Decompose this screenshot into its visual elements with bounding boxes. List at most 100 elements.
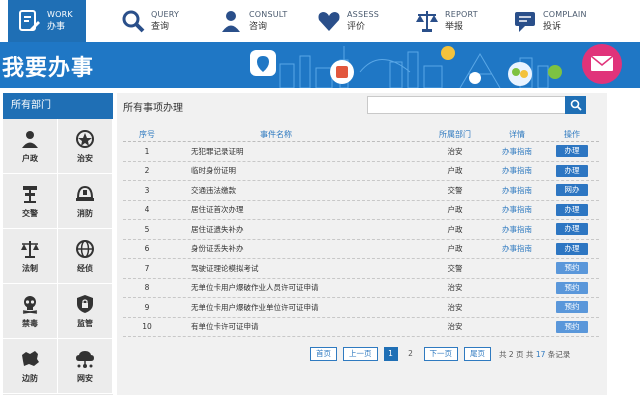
sidebar-item-wangan[interactable]: 网安 <box>58 339 113 394</box>
guide-link[interactable]: 办事指南 <box>489 204 545 215</box>
sidebar-item-label: 户政 <box>22 154 38 163</box>
column-header-detail: 详情 <box>509 130 525 139</box>
row-number: 4 <box>144 205 150 215</box>
map-icon <box>19 348 41 370</box>
column-header-no: 序号 <box>139 130 155 139</box>
row-number: 9 <box>144 302 150 312</box>
column-header-dept: 所属部门 <box>439 130 471 139</box>
user-headset-icon <box>218 8 244 34</box>
guide-link[interactable]: 办事指南 <box>489 146 545 157</box>
sidebar-item-fazhi[interactable]: 法制 <box>3 229 58 284</box>
sidebar-item-jianguan[interactable]: 监管 <box>58 284 113 339</box>
nav-assess[interactable]: ASSESS 评价 <box>316 0 379 42</box>
banner: 我要办事 <box>0 42 640 88</box>
reserve-button[interactable]: 预约 <box>556 320 588 333</box>
scales-icon <box>19 238 41 260</box>
sidebar-item-xiaofang[interactable]: 消防 <box>58 174 113 229</box>
first-page-button[interactable]: 首页 <box>310 347 337 361</box>
sidebar-item-huzheng[interactable]: 户政 <box>3 119 58 174</box>
department: 户政 <box>447 244 463 254</box>
handle-button[interactable]: 网办 <box>556 184 588 197</box>
nav-en-label: CONSULT <box>249 10 288 19</box>
row-number: 5 <box>144 224 150 234</box>
column-header-action: 操作 <box>564 130 580 139</box>
nav-cn-label: 办事 <box>47 22 66 32</box>
sidebar-item-jingzhen[interactable]: 经侦 <box>58 229 113 284</box>
sidebar-header[interactable]: 所有部门 <box>3 93 113 119</box>
search-button[interactable] <box>565 96 586 114</box>
nav-consult[interactable]: CONSULT 咨询 <box>218 0 287 42</box>
guide-link[interactable]: 办事指南 <box>489 185 545 196</box>
next-page-button[interactable]: 下一页 <box>423 347 458 361</box>
sidebar-item-jindu[interactable]: 禁毒 <box>3 284 58 339</box>
nav-cn-label: 评价 <box>347 22 366 32</box>
service-name: 无单位卡用户爆破作业单位许可证申请 <box>191 302 319 312</box>
banner-title: 我要办事 <box>2 56 95 81</box>
row-number: 10 <box>142 322 152 332</box>
sidebar-item-jiaojing[interactable]: 交警 <box>3 174 58 229</box>
service-name: 无犯罪记录证明 <box>191 146 244 156</box>
table-row: 8 无单位卡用户爆破作业人员许可证申请 治安 预约 <box>123 279 599 298</box>
page-1-button[interactable]: 1 <box>383 347 398 361</box>
guide-link[interactable]: 办事指南 <box>489 165 545 176</box>
search-icon <box>570 99 582 111</box>
page-info: 共 2 页 共 17 条记录 <box>499 349 570 360</box>
traffic-police-icon <box>19 183 41 205</box>
nav-en-label: QUERY <box>151 10 180 19</box>
table-row: 4 居住证首次办理 户政 办事指南 办理 <box>123 201 599 220</box>
page-title: 所有事项办理 <box>123 103 183 114</box>
guide-link[interactable]: 办事指南 <box>489 224 545 235</box>
handle-button[interactable]: 办理 <box>556 223 588 236</box>
handle-button[interactable]: 办理 <box>556 242 588 255</box>
page-2-button[interactable]: 2 <box>404 347 418 361</box>
service-name: 有单位卡许可证申请 <box>191 322 259 332</box>
nav-complain[interactable]: COMPLAIN 投诉 <box>512 0 587 42</box>
network-cloud-icon <box>74 348 96 370</box>
heart-icon <box>316 8 342 34</box>
nav-report[interactable]: REPORT 举报 <box>414 0 478 42</box>
department: 交警 <box>447 263 463 273</box>
search-input[interactable] <box>367 96 567 114</box>
person-icon <box>19 128 41 150</box>
reserve-button[interactable]: 预约 <box>556 262 588 275</box>
total-count: 17 <box>535 349 546 359</box>
nav-query[interactable]: QUERY 查询 <box>120 0 179 42</box>
scales-icon <box>414 8 440 34</box>
row-number: 3 <box>144 185 150 195</box>
nav-cn-label: 投诉 <box>543 22 562 32</box>
sidebar-item-zhian[interactable]: 治安 <box>58 119 113 174</box>
nav-work[interactable]: WORK 办事 <box>8 0 86 42</box>
row-number: 2 <box>144 166 150 176</box>
sidebar-item-label: 边防 <box>22 374 38 383</box>
sidebar-item-label: 治安 <box>77 154 93 163</box>
work-document-icon <box>16 8 42 34</box>
nav-cn-label: 查询 <box>151 22 170 32</box>
prev-page-button[interactable]: 上一页 <box>343 347 378 361</box>
globe-money-icon <box>74 238 96 260</box>
last-page-button[interactable]: 尾页 <box>464 347 491 361</box>
table-row: 9 无单位卡用户爆破作业单位许可证申请 治安 预约 <box>123 298 599 318</box>
pagination: 首页 上一页 1 2 下一页 尾页 共 2 页 共 17 条记录 <box>310 347 570 361</box>
row-number: 1 <box>144 146 150 156</box>
table-row: 10 有单位卡许可证申请 治安 预约 <box>123 318 599 337</box>
reserve-button[interactable]: 预约 <box>556 301 588 314</box>
handle-button[interactable]: 办理 <box>556 164 588 177</box>
service-name: 临时身份证明 <box>191 166 236 176</box>
table-row: 5 居住证遗失补办 户政 办事指南 办理 <box>123 220 599 240</box>
reserve-button[interactable]: 预约 <box>556 281 588 294</box>
table-row: 1 无犯罪记录证明 治安 办事指南 办理 <box>123 142 599 162</box>
column-header-name: 事件名称 <box>260 130 292 139</box>
city-skyline-illustration <box>250 44 622 88</box>
row-number: 8 <box>144 283 150 293</box>
handle-button[interactable]: 办理 <box>556 145 588 158</box>
sidebar-item-label: 消防 <box>77 209 93 218</box>
department: 治安 <box>447 283 463 293</box>
table-row: 6 身份证丢失补办 户政 办事指南 办理 <box>123 240 599 259</box>
sidebar-item-bianfang[interactable]: 边防 <box>3 339 58 394</box>
service-name: 居住证遗失补办 <box>191 224 244 234</box>
guide-link[interactable]: 办事指南 <box>489 243 545 254</box>
page-info-prefix: 共 2 页 共 <box>499 349 534 359</box>
handle-button[interactable]: 办理 <box>556 203 588 216</box>
department: 户政 <box>447 224 463 234</box>
sidebar-item-label: 经侦 <box>77 264 93 273</box>
